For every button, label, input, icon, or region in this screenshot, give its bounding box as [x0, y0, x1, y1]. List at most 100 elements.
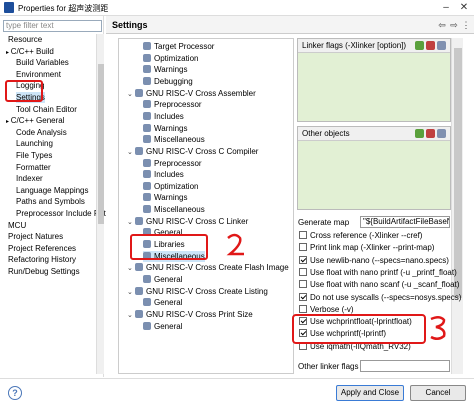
tool-tree-label: GNU RISC-V Cross C Linker	[146, 216, 249, 226]
left-tree-item[interactable]: Preprocessor Include Pat	[16, 208, 106, 219]
tool-tree-item[interactable]: Warnings	[143, 64, 188, 75]
other-linker-flags-field[interactable]	[360, 360, 450, 372]
left-tree-item[interactable]: Code Analysis	[16, 127, 67, 138]
other-objects-list[interactable]	[298, 141, 450, 209]
left-tree-item[interactable]: MCU	[8, 220, 26, 231]
tool-tree-item[interactable]: General	[143, 321, 182, 332]
checkbox-icon[interactable]	[299, 267, 307, 276]
edit-icon[interactable]	[437, 41, 446, 50]
other-objects-panel: Other objects	[297, 126, 451, 210]
left-tree-item[interactable]: Paths and Symbols	[16, 196, 85, 207]
filter-input[interactable]: type filter text	[3, 20, 102, 32]
tool-tree-item[interactable]: ⌄ GNU RISC-V Cross Assembler	[127, 88, 256, 99]
delete-icon[interactable]	[426, 41, 435, 50]
left-tree-item[interactable]: ▸ C/C++ Build	[6, 46, 54, 57]
chevron-down-icon[interactable]: ⌄	[127, 263, 135, 274]
tool-tree-item[interactable]: Includes	[143, 111, 184, 122]
checkbox-icon[interactable]	[299, 231, 307, 239]
apply-and-close-button[interactable]: Apply and Close	[336, 385, 404, 401]
tool-tree-item[interactable]: ⌄ GNU RISC-V Cross Create Listing	[127, 286, 268, 297]
tool-icon	[135, 88, 143, 97]
chevron-down-icon[interactable]: ⌄	[127, 89, 135, 100]
tool-tree-label: Preprocessor	[154, 158, 202, 168]
left-tree-item[interactable]: Indexer	[16, 173, 43, 184]
forward-arrow-icon[interactable]: ⇨	[448, 19, 460, 31]
annotation-box-settings	[5, 80, 43, 102]
tool-tree-item[interactable]: ⌄ GNU RISC-V Cross C Linker	[127, 216, 248, 227]
option-checkbox[interactable]: Cross reference (-Xlinker --cref)	[299, 230, 422, 241]
generate-map-field[interactable]: "${BuildArtifactFileBaseName}.map"	[360, 216, 450, 228]
tool-tree-item[interactable]: Optimization	[143, 181, 198, 192]
left-tree-item[interactable]: Resource	[8, 34, 42, 45]
back-arrow-icon[interactable]: ⇦	[436, 19, 448, 31]
tool-tree-label: Preprocessor	[154, 100, 202, 110]
tool-icon	[135, 146, 143, 155]
left-tree-item[interactable]: Language Mappings	[16, 185, 89, 196]
cancel-button[interactable]: Cancel	[410, 385, 466, 401]
left-tree-label: C/C++ Build	[10, 46, 54, 56]
help-icon[interactable]: ?	[8, 386, 22, 400]
tool-tree-item[interactable]: Preprocessor	[143, 158, 202, 169]
checkbox-icon[interactable]	[299, 292, 307, 301]
left-tree-item[interactable]: Launching	[16, 138, 53, 149]
annotation-mark-2	[226, 233, 244, 256]
tool-tree-item[interactable]: Preprocessor	[143, 99, 202, 110]
tool-tree-item[interactable]: ⌄ GNU RISC-V Cross Print Size	[127, 309, 253, 320]
left-tree-label: Project Natures	[8, 232, 64, 242]
tool-tree-item[interactable]: Debugging	[143, 76, 193, 87]
left-tree-item[interactable]: ▸ C/C++ General	[6, 115, 65, 126]
option-checkbox[interactable]: Use newlib-nano (--specs=nano.specs)	[299, 255, 449, 266]
tool-tree-item[interactable]: ⌄ GNU RISC-V Cross C Compiler	[127, 146, 258, 157]
option-checkbox[interactable]: Do not use syscalls (--specs=nosys.specs…	[299, 292, 461, 303]
tool-tree-item[interactable]: General	[143, 274, 182, 285]
left-tree-item[interactable]: Run/Debug Settings	[8, 266, 80, 277]
tool-tree-item[interactable]: General	[143, 297, 182, 308]
left-tree-item[interactable]: Project References	[8, 243, 76, 254]
tool-tree-item[interactable]: Warnings	[143, 123, 188, 134]
edit-icon[interactable]	[437, 129, 446, 138]
option-checkbox[interactable]: Print link map (-Xlinker --print-map)	[299, 242, 434, 253]
left-tree-item[interactable]: Tool Chain Editor	[16, 104, 77, 115]
options-scrollbar[interactable]	[451, 38, 463, 374]
minimize-icon[interactable]: –	[440, 2, 452, 14]
tool-settings-tree: Target Processor Optimization Warnings Debu…	[118, 38, 294, 374]
add-icon[interactable]	[415, 129, 424, 138]
delete-icon[interactable]	[426, 129, 435, 138]
chevron-down-icon[interactable]: ⌄	[127, 217, 135, 228]
tool-tree-item[interactable]: Miscellaneous	[143, 134, 205, 145]
left-tree-item[interactable]: File Types	[16, 150, 52, 161]
tool-icon	[135, 309, 143, 318]
chevron-down-icon[interactable]: ⌄	[127, 287, 135, 298]
left-tree-label: Preprocessor Include Pat	[16, 209, 106, 218]
tool-tree-item[interactable]: ⌄ GNU RISC-V Cross Create Flash Image	[127, 262, 289, 273]
checkbox-icon[interactable]	[299, 304, 307, 313]
chevron-down-icon[interactable]: ⌄	[127, 147, 135, 158]
linker-flags-list[interactable]	[298, 53, 450, 121]
left-tree-label: Refactoring History	[8, 255, 77, 265]
tool-tree-item[interactable]: Target Processor	[143, 41, 214, 52]
menu-icon[interactable]: ⋮	[460, 19, 472, 31]
left-scrollbar-thumb[interactable]	[98, 64, 104, 224]
options-scrollbar-thumb[interactable]	[454, 48, 462, 298]
tool-icon	[143, 123, 151, 132]
tool-tree-label: General	[154, 275, 183, 284]
left-tree-label: Resource	[8, 35, 43, 44]
option-checkbox[interactable]: Use float with nano printf (-u _printf_f…	[299, 267, 457, 278]
checkbox-icon[interactable]	[299, 280, 307, 289]
tool-tree-item[interactable]: Miscellaneous	[143, 204, 205, 215]
checkbox-icon[interactable]	[299, 243, 307, 252]
add-icon[interactable]	[415, 41, 424, 50]
left-tree-item[interactable]: Environment	[16, 69, 61, 80]
checkbox-icon[interactable]	[299, 255, 307, 264]
left-tree-item[interactable]: Build Variables	[16, 57, 69, 68]
tool-tree-item[interactable]: Includes	[143, 169, 184, 180]
left-scrollbar[interactable]	[96, 34, 104, 374]
tool-tree-item[interactable]: Optimization	[143, 53, 198, 64]
close-icon[interactable]: ✕	[458, 2, 470, 14]
chevron-down-icon[interactable]: ⌄	[127, 310, 135, 321]
tool-tree-item[interactable]: Warnings	[143, 192, 188, 203]
left-tree-item[interactable]: Formatter	[16, 162, 51, 173]
option-checkbox[interactable]: Use float with nano scanf (-u _scanf_flo…	[299, 279, 459, 290]
left-tree-item[interactable]: Refactoring History	[8, 254, 76, 265]
left-tree-item[interactable]: Project Natures	[8, 231, 63, 242]
